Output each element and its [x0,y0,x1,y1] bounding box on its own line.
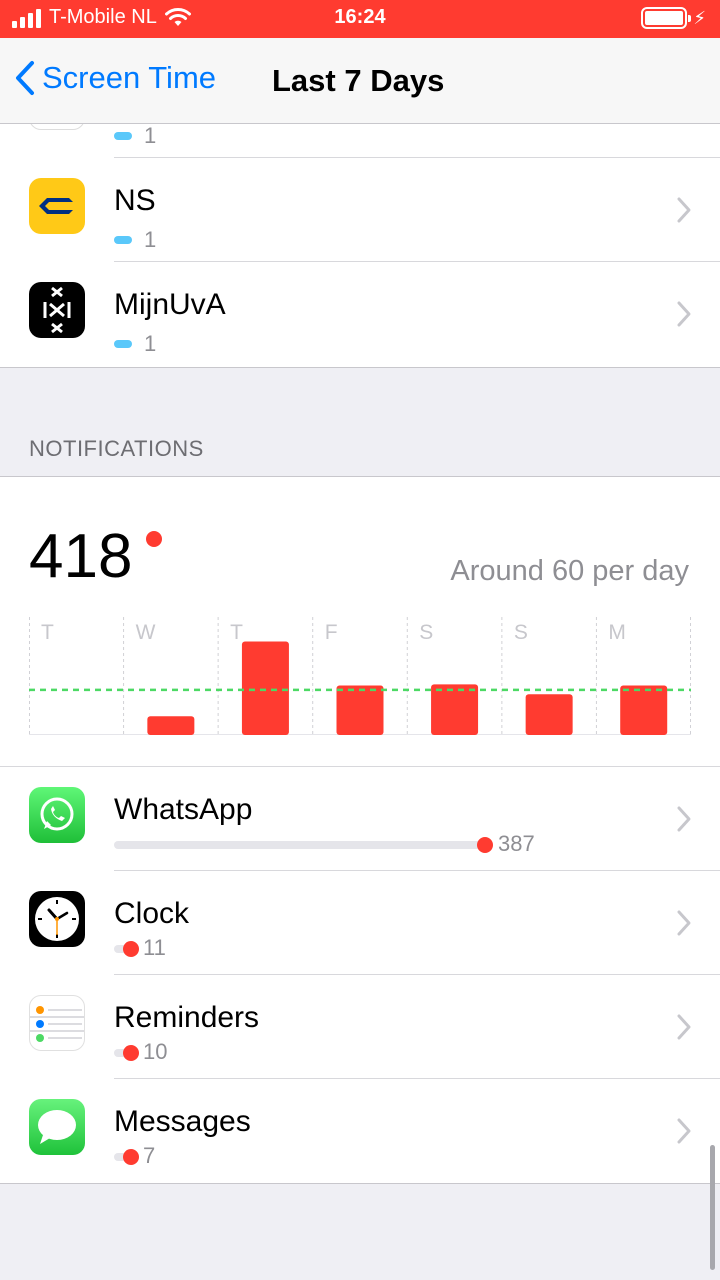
app-name: Messages [114,1105,251,1138]
notifications-total: 418 [29,522,133,591]
notification-dot-icon [146,531,162,547]
charging-icon: ⚡ [693,7,706,28]
usage-list: 1 NS 1 MijnUvA 1 [0,124,720,368]
list-item[interactable]: MijnUvA 1 [0,262,720,366]
chart-day-label: M [608,621,626,644]
clock-icon [29,891,85,947]
chevron-right-icon [677,910,691,936]
app-name: MijnUvA [114,288,226,321]
notification-count: 7 [143,1143,156,1168]
notification-bar-dot [123,941,139,957]
notification-bar-dot [123,1149,139,1165]
chart-bar [620,685,668,735]
page-title: Last 7 Days [272,63,445,98]
ns-icon [29,178,85,234]
app-name: WhatsApp [114,793,253,826]
whatsapp-icon [29,787,85,843]
chevron-right-icon [677,1014,691,1040]
status-time: 16:24 [334,6,386,28]
reminders-icon [29,995,85,1051]
pickup-count: 1 [144,124,157,148]
chart-day-label: S [514,621,528,644]
pickup-count: 1 [144,331,157,356]
partial-app-icon [29,124,85,130]
chart-day-label: F [325,621,338,644]
battery-icon [641,7,692,29]
notification-count: 10 [143,1039,168,1064]
notification-bar [114,841,485,849]
chevron-right-icon [677,197,691,223]
messages-icon [29,1099,85,1155]
list-item[interactable]: WhatsApp 387 [0,767,720,871]
notification-count: 387 [498,831,535,856]
scroll-indicator [710,1145,715,1270]
chevron-left-icon [16,61,34,95]
notifications-app-list: WhatsApp 387 Clock 11 Reminders 10 Messa… [0,766,720,1184]
list-item[interactable]: Clock 11 [0,871,720,975]
list-item[interactable]: NS 1 [0,158,720,262]
notifications-chart: TWTFSSM [29,617,691,735]
notification-bar-dot [477,837,493,853]
list-item[interactable]: Reminders 10 [0,975,720,1079]
chevron-right-icon [677,806,691,832]
chevron-right-icon [677,301,691,327]
chart-bar [525,694,573,735]
chart-bar [336,685,384,735]
navigation-bar: Screen Time Last 7 Days [0,38,720,124]
status-bar: T-Mobile NL 16:24 ⚡ [0,0,720,38]
chevron-right-icon [677,1118,691,1144]
chart-day-label: T [230,621,243,644]
chart-day-label: S [419,621,433,644]
notifications-summary: 418 Around 60 per day T W T F S S M [0,476,720,766]
app-name: Reminders [114,1001,260,1034]
chart-bar [147,716,195,735]
section-header: NOTIFICATIONS [29,436,204,461]
chart-day-label: W [136,621,156,644]
list-item[interactable]: 1 [0,124,720,158]
mijnuva-icon [29,282,85,338]
app-name: Clock [114,897,190,930]
notification-count: 11 [143,935,166,960]
back-button[interactable]: Screen Time [14,60,216,96]
chart-bar [431,684,479,735]
chart-bar [241,641,289,735]
pickup-count: 1 [144,227,157,252]
back-label: Screen Time [42,60,217,95]
notifications-average: Around 60 per day [450,555,689,587]
list-item[interactable]: Messages 7 [0,1079,720,1183]
app-name: NS [114,184,156,217]
chart-day-label: T [41,621,54,644]
notification-bar-dot [123,1045,139,1061]
